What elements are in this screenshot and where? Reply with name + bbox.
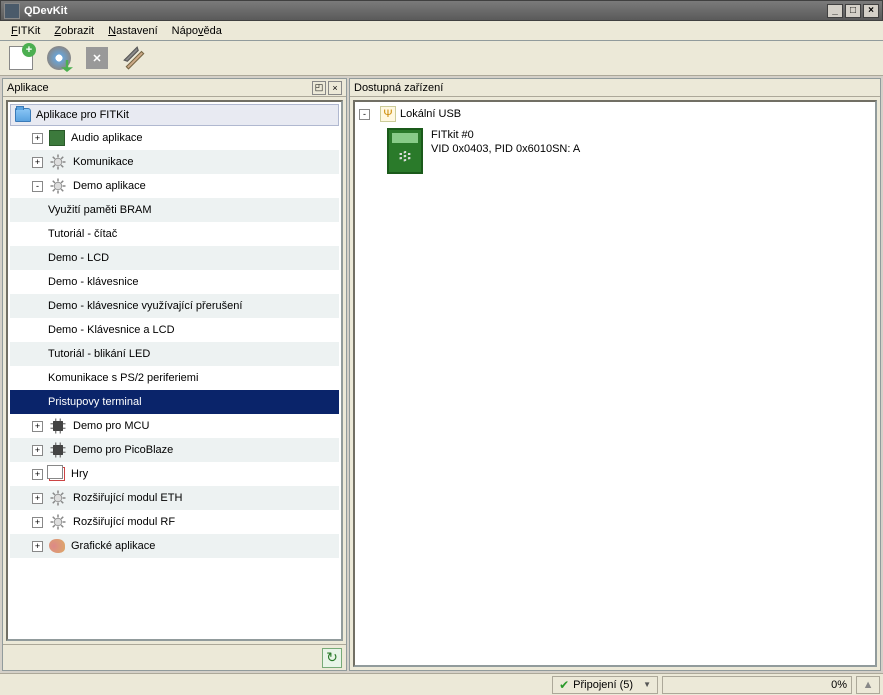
tree-item[interactable]: Pristupovy terminal	[10, 390, 339, 414]
tree-item-label: Demo - LCD	[48, 252, 109, 264]
devices-panel: Dostupná zařízení - Ψ Lokální USB FITkit…	[349, 78, 881, 671]
connection-label: Připojení (5)	[573, 679, 633, 691]
tree-item[interactable]: Demo - Klávesnice a LCD	[10, 318, 339, 342]
up-arrow-icon: ▲	[863, 679, 874, 691]
device-root-label: Lokální USB	[400, 108, 461, 120]
expander-icon[interactable]: +	[32, 469, 43, 480]
expander-icon[interactable]: +	[32, 157, 43, 168]
tree-item[interactable]: + Audio aplikace	[10, 126, 339, 150]
delete-button[interactable]: ✕	[82, 43, 112, 73]
toolbar: ✕	[0, 41, 883, 76]
menu-nastaveni[interactable]: Nastavení	[101, 23, 165, 39]
tree-item-label: Tutoriál - blikání LED	[48, 348, 150, 360]
check-icon: ✔	[559, 678, 569, 692]
tree-item-label: Demo - klávesnice	[48, 276, 138, 288]
chip-icon	[49, 417, 67, 435]
apps-tree[interactable]: Aplikace pro FITKit + Audio aplikace + Komu…	[8, 102, 341, 560]
download-button[interactable]	[44, 43, 74, 73]
expander-icon[interactable]: +	[32, 445, 43, 456]
minimize-button[interactable]: _	[827, 4, 843, 18]
tree-item[interactable]: Komunikace s PS/2 periferiemi	[10, 366, 339, 390]
palette-icon	[49, 539, 65, 553]
tree-item-label: Komunikace	[73, 156, 134, 168]
tree-item[interactable]: Demo - klávesnice využívající přerušení	[10, 294, 339, 318]
tree-item[interactable]: Využití paměti BRAM	[10, 198, 339, 222]
tree-item-label: Demo pro MCU	[73, 420, 149, 432]
refresh-button[interactable]: ↻	[322, 648, 342, 668]
expander-icon[interactable]: +	[32, 133, 43, 144]
gear-icon	[49, 513, 67, 531]
tree-item-label: Hry	[71, 468, 88, 480]
tree-item[interactable]: + Hry	[10, 462, 339, 486]
tree-item-label: Demo aplikace	[73, 180, 146, 192]
dropdown-icon: ▼	[643, 680, 651, 689]
tree-root[interactable]: Aplikace pro FITKit	[10, 104, 339, 126]
menubar: FITKit Zobrazit Nastavení Nápověda	[0, 21, 883, 41]
upload-button[interactable]: ▲	[856, 676, 880, 694]
tree-item[interactable]: Demo - klávesnice	[10, 270, 339, 294]
gear-icon	[49, 489, 67, 507]
tree-item-label: Grafické aplikace	[71, 540, 155, 552]
window-title: QDevKit	[24, 5, 827, 17]
device-item[interactable]: FITkit #0 VID 0x0403, PID 0x6010SN: A	[387, 128, 871, 174]
apps-panel: Aplikace ◰ × Aplikace pro FITKit + Audio …	[2, 78, 347, 671]
device-detail: VID 0x0403, PID 0x6010SN: A	[431, 142, 580, 156]
tree-item-label: Demo - klávesnice využívající přerušení	[48, 300, 242, 312]
tree-item-label: Tutoriál - čítač	[48, 228, 117, 240]
tree-item[interactable]: + Komunikace	[10, 150, 339, 174]
gear-icon	[49, 153, 67, 171]
menu-zobrazit[interactable]: Zobrazit	[47, 23, 101, 39]
devices-panel-title: Dostupná zařízení	[354, 82, 876, 94]
expander-icon[interactable]: -	[32, 181, 43, 192]
cards-icon	[49, 467, 65, 481]
tree-item[interactable]: Tutoriál - čítač	[10, 222, 339, 246]
app-icon	[49, 130, 65, 146]
expander-icon[interactable]: +	[32, 541, 43, 552]
chip-icon	[49, 441, 67, 459]
tree-item-label: Využití paměti BRAM	[48, 204, 152, 216]
tree-item-label: Demo - Klávesnice a LCD	[48, 324, 175, 336]
close-button[interactable]: ×	[863, 4, 879, 18]
expander-icon[interactable]: +	[32, 517, 43, 528]
progress-value: 0%	[831, 679, 847, 691]
tree-item[interactable]: Tutoriál - blikání LED	[10, 342, 339, 366]
statusbar: ✔ Připojení (5) ▼ 0% ▲	[0, 673, 883, 695]
device-name: FITkit #0	[431, 128, 580, 142]
devices-tree[interactable]: - Ψ Lokální USB FITkit #0 VID 0x0403, PI…	[353, 100, 877, 667]
tree-root-label: Aplikace pro FITKit	[36, 109, 129, 121]
tree-item[interactable]: + Demo pro PicoBlaze	[10, 438, 339, 462]
tree-item[interactable]: Demo - LCD	[10, 246, 339, 270]
tree-item-label: Demo pro PicoBlaze	[73, 444, 173, 456]
detach-button[interactable]: ◰	[312, 81, 326, 95]
tree-item[interactable]: + Rozšiřující modul RF	[10, 510, 339, 534]
gear-icon	[49, 177, 67, 195]
tree-item[interactable]: + Rozšiřující modul ETH	[10, 486, 339, 510]
connection-status[interactable]: ✔ Připojení (5) ▼	[552, 676, 658, 694]
tree-item[interactable]: - Demo aplikace	[10, 174, 339, 198]
board-icon	[387, 128, 423, 174]
usb-icon: Ψ	[380, 106, 396, 122]
expander-icon[interactable]: +	[32, 421, 43, 432]
maximize-button[interactable]: □	[845, 4, 861, 18]
expander-icon[interactable]: +	[32, 493, 43, 504]
folder-icon	[15, 108, 31, 122]
titlebar: QDevKit _ □ ×	[0, 0, 883, 21]
tree-item[interactable]: + Grafické aplikace	[10, 534, 339, 558]
tree-item-label: Pristupovy terminal	[48, 396, 142, 408]
settings-button[interactable]	[120, 43, 150, 73]
tree-item-label: Komunikace s PS/2 periferiemi	[48, 372, 198, 384]
app-icon	[4, 3, 20, 19]
menu-fitkit[interactable]: FITKit	[4, 23, 47, 39]
tree-item-label: Audio aplikace	[71, 132, 143, 144]
progress-bar: 0%	[662, 676, 852, 694]
close-panel-button[interactable]: ×	[328, 81, 342, 95]
apps-panel-title: Aplikace	[7, 82, 310, 94]
tree-item-label: Rozšiřující modul RF	[73, 516, 175, 528]
expander-icon[interactable]: -	[359, 109, 370, 120]
tree-item-label: Rozšiřující modul ETH	[73, 492, 182, 504]
menu-napoveda[interactable]: Nápověda	[165, 23, 229, 39]
new-button[interactable]	[6, 43, 36, 73]
tree-item[interactable]: + Demo pro MCU	[10, 414, 339, 438]
